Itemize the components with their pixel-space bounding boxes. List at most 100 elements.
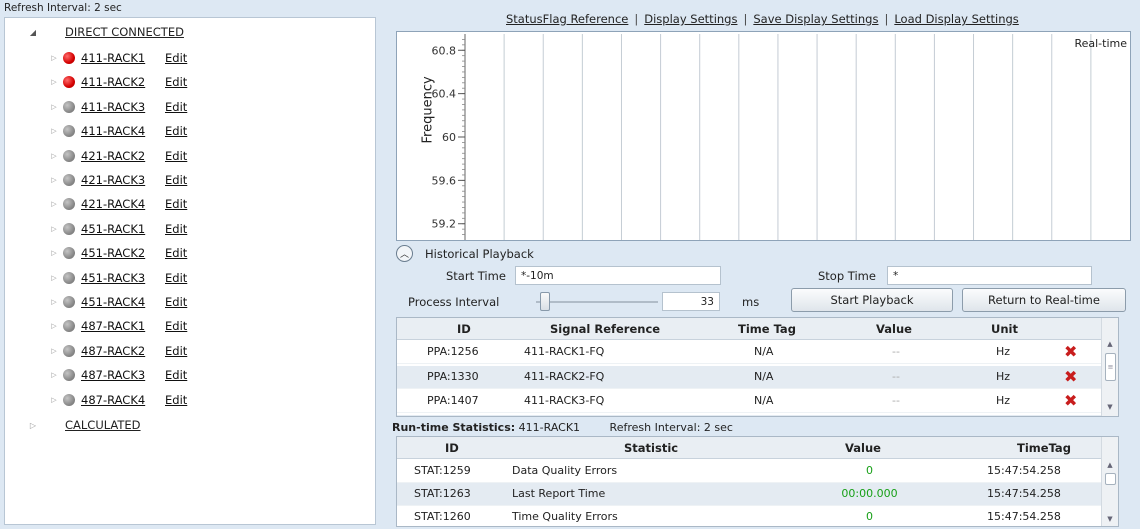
device-link[interactable]: 421-RACK4 [81, 197, 165, 211]
edit-link[interactable]: Edit [165, 319, 187, 333]
scroll-up-icon[interactable]: ▲ [1102, 461, 1118, 469]
tree-node-calculated[interactable]: ▷ CALCULATED [27, 415, 141, 435]
tree-device-row[interactable]: ▷ 411-RACK4 Edit [49, 121, 187, 141]
device-link[interactable]: 451-RACK2 [81, 246, 165, 260]
signal-time-tag: N/A [754, 369, 774, 383]
device-link[interactable]: 421-RACK2 [81, 149, 165, 163]
display-settings-link[interactable]: Display Settings [644, 12, 737, 26]
return-to-realtime-button[interactable]: Return to Real-time [962, 288, 1126, 312]
expand-arrow-icon[interactable]: ▷ [49, 225, 59, 233]
remove-x-icon[interactable]: ✖ [1064, 415, 1077, 417]
expand-arrow-icon[interactable]: ▷ [49, 78, 59, 86]
process-interval-slider-track[interactable] [536, 301, 658, 303]
stat-row[interactable]: STAT:1263 Last Report Time 00:00.000 15:47:… [397, 483, 1102, 506]
stat-row[interactable]: STAT:1260 Time Quality Errors 0 15:47:54.25… [397, 506, 1102, 526]
chart-y-tick-label: 60 [442, 131, 456, 144]
process-interval-slider-thumb[interactable] [540, 292, 550, 311]
stat-row[interactable]: STAT:1259 Data Quality Errors 0 15:47:54.25… [397, 460, 1102, 483]
remove-x-icon[interactable]: ✖ [1064, 341, 1077, 363]
edit-link[interactable]: Edit [165, 344, 187, 358]
tree-device-row[interactable]: ▷ 411-RACK2 Edit [49, 72, 187, 92]
signal-id: PPA:1330 [427, 369, 479, 383]
edit-link[interactable]: Edit [165, 393, 187, 407]
edit-link[interactable]: Edit [165, 271, 187, 285]
signal-row[interactable]: PPA:1407 411-RACK3-FQ N/A -- Hz ✖ [397, 390, 1102, 413]
stop-time-input[interactable] [887, 266, 1092, 285]
expand-arrow-icon[interactable]: ▷ [49, 176, 59, 184]
device-link[interactable]: 487-RACK4 [81, 393, 165, 407]
device-link[interactable]: 487-RACK2 [81, 344, 165, 358]
expand-arrow-icon[interactable]: ▷ [49, 249, 59, 257]
load-display-settings-link[interactable]: Load Display Settings [894, 12, 1018, 26]
remove-x-icon[interactable]: ✖ [1064, 366, 1077, 388]
scroll-down-icon[interactable]: ▼ [1102, 515, 1118, 523]
tree-device-row[interactable]: ▷ 411-RACK1 Edit [49, 48, 187, 68]
edit-link[interactable]: Edit [165, 246, 187, 260]
direct-connected-label[interactable]: DIRECT CONNECTED [65, 25, 184, 39]
tree-device-row[interactable]: ▷ 451-RACK4 Edit [49, 292, 187, 312]
device-link[interactable]: 411-RACK4 [81, 124, 165, 138]
expand-arrow-icon[interactable]: ▷ [49, 103, 59, 111]
expand-arrow-icon[interactable]: ▷ [49, 127, 59, 135]
device-link[interactable]: 411-RACK2 [81, 75, 165, 89]
edit-link[interactable]: Edit [165, 124, 187, 138]
signal-row[interactable]: PPA:1256 411-RACK1-FQ N/A -- Hz ✖ [397, 341, 1102, 364]
collapse-chevron-up-icon[interactable]: ︿ [396, 245, 413, 262]
tree-device-row[interactable]: ▷ 487-RACK3 Edit [49, 365, 187, 385]
stats-scrollbar[interactable]: ▲ ▼ [1101, 437, 1118, 526]
scroll-thumb[interactable]: ≡ [1105, 353, 1116, 381]
device-link[interactable]: 421-RACK3 [81, 173, 165, 187]
expand-arrow-icon[interactable]: ▷ [49, 54, 59, 62]
device-link[interactable]: 411-RACK1 [81, 51, 165, 65]
expand-arrow-icon[interactable]: ▷ [49, 274, 59, 282]
scroll-thumb[interactable] [1105, 473, 1116, 485]
tree-device-row[interactable]: ▷ 487-RACK1 Edit [49, 316, 187, 336]
scroll-down-icon[interactable]: ▼ [1102, 403, 1118, 411]
collapse-arrow-icon[interactable]: ◢ [27, 28, 39, 37]
edit-link[interactable]: Edit [165, 368, 187, 382]
expand-arrow-icon[interactable]: ▷ [49, 200, 59, 208]
device-link[interactable]: 451-RACK3 [81, 271, 165, 285]
tree-device-row[interactable]: ▷ 451-RACK3 Edit [49, 268, 187, 288]
expand-arrow-icon[interactable]: ▷ [49, 396, 59, 404]
save-display-settings-link[interactable]: Save Display Settings [753, 12, 878, 26]
remove-x-icon[interactable]: ✖ [1064, 390, 1077, 412]
tree-device-row[interactable]: ▷ 421-RACK2 Edit [49, 146, 187, 166]
process-interval-input[interactable] [662, 292, 720, 311]
expand-arrow-icon[interactable]: ▷ [49, 152, 59, 160]
expand-arrow-icon[interactable]: ▷ [49, 298, 59, 306]
device-link[interactable]: 487-RACK3 [81, 368, 165, 382]
tree-device-row[interactable]: ▷ 451-RACK1 Edit [49, 219, 187, 239]
calculated-label[interactable]: CALCULATED [65, 418, 141, 432]
device-link[interactable]: 451-RACK4 [81, 295, 165, 309]
signals-scrollbar[interactable]: ▲ ≡ ▼ [1101, 318, 1118, 416]
expand-arrow-icon[interactable]: ▷ [49, 371, 59, 379]
expand-arrow-icon[interactable]: ▷ [49, 322, 59, 330]
expand-arrow-icon[interactable]: ▷ [49, 347, 59, 355]
edit-link[interactable]: Edit [165, 100, 187, 114]
edit-link[interactable]: Edit [165, 197, 187, 211]
scroll-up-icon[interactable]: ▲ [1102, 340, 1118, 348]
edit-link[interactable]: Edit [165, 222, 187, 236]
edit-link[interactable]: Edit [165, 75, 187, 89]
tree-device-row[interactable]: ▷ 451-RACK2 Edit [49, 243, 187, 263]
tree-device-row[interactable]: ▷ 487-RACK2 Edit [49, 341, 187, 361]
tree-device-row[interactable]: ▷ 421-RACK3 Edit [49, 170, 187, 190]
device-link[interactable]: 411-RACK3 [81, 100, 165, 114]
edit-link[interactable]: Edit [165, 295, 187, 309]
signal-row[interactable]: PPA:1330 411-RACK2-FQ N/A -- Hz ✖ [397, 365, 1102, 389]
edit-link[interactable]: Edit [165, 173, 187, 187]
tree-node-direct-connected[interactable]: ◢ DIRECT CONNECTED [27, 22, 184, 42]
tree-device-row[interactable]: ▷ 487-RACK4 Edit [49, 390, 187, 410]
tree-device-row[interactable]: ▷ 411-RACK3 Edit [49, 97, 187, 117]
statusflag-reference-link[interactable]: StatusFlag Reference [506, 12, 628, 26]
expand-arrow-icon[interactable]: ▷ [27, 421, 39, 430]
signal-row[interactable]: PPA:1451 411-RACK4-FQ N/A -- Hz ✖ [397, 414, 1102, 417]
edit-link[interactable]: Edit [165, 51, 187, 65]
edit-link[interactable]: Edit [165, 149, 187, 163]
tree-device-row[interactable]: ▷ 421-RACK4 Edit [49, 194, 187, 214]
device-link[interactable]: 451-RACK1 [81, 222, 165, 236]
device-link[interactable]: 487-RACK1 [81, 319, 165, 333]
start-time-input[interactable] [515, 266, 721, 285]
start-playback-button[interactable]: Start Playback [791, 288, 953, 312]
